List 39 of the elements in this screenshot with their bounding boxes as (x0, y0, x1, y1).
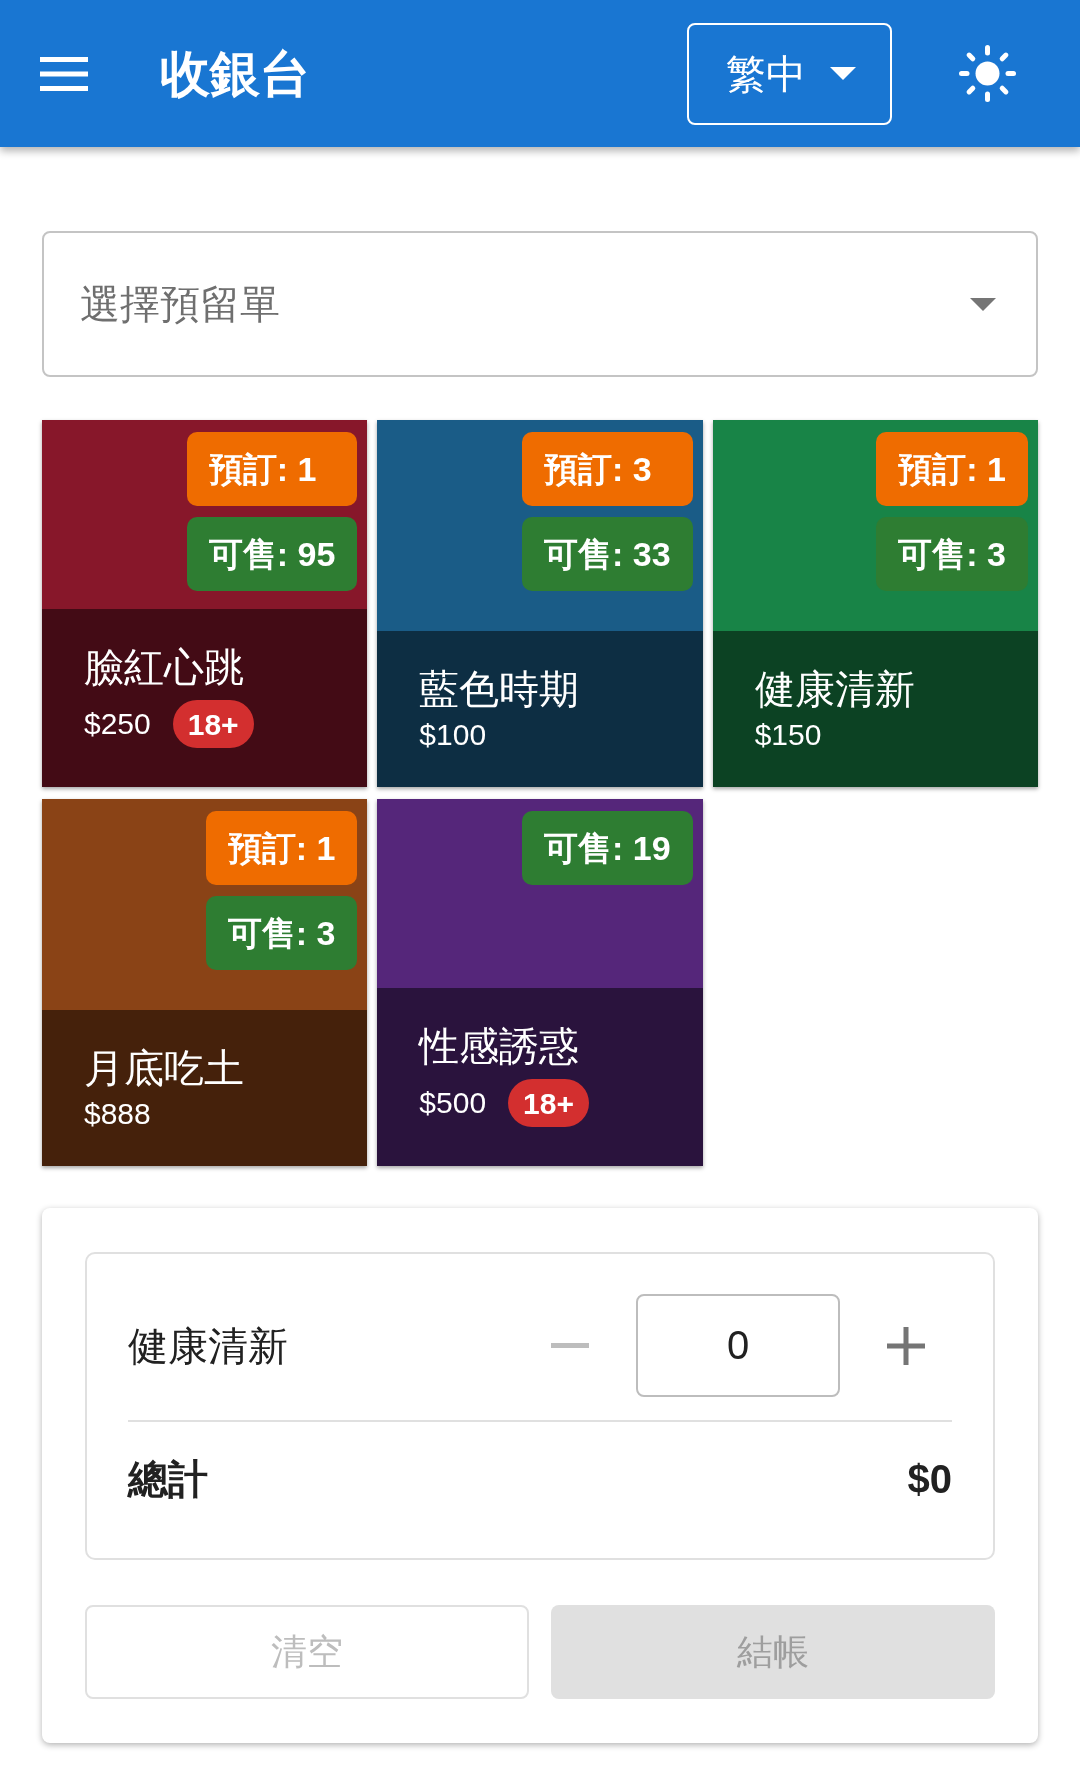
stock-badge: 可售: 19 (522, 811, 693, 885)
product-card[interactable]: 預訂: 1 可售: 3 健康清新 $150 (712, 420, 1038, 787)
stock-badge: 可售: 33 (522, 517, 693, 591)
total-amount: $0 (907, 1456, 952, 1503)
product-price: $500 (419, 1085, 487, 1121)
age-badge: 18+ (172, 700, 254, 748)
menu-icon (40, 56, 88, 91)
language-button[interactable]: 繁中 (687, 22, 892, 125)
quantity-field[interactable]: 0 (636, 1294, 840, 1397)
caret-down-icon (970, 298, 996, 311)
reserved-badge: 預訂: 1 (876, 432, 1028, 506)
reservation-select[interactable]: 選擇預留單 (42, 231, 1038, 377)
product-name: 臉紅心跳 (84, 644, 245, 691)
product-name: 健康清新 (754, 666, 916, 713)
reserved-badge: 預訂: 1 (186, 432, 358, 506)
product-card[interactable]: 預訂: 1 可售: 95 臉紅心跳 $250 18+ (42, 420, 368, 787)
reserved-badge: 預訂: 1 (205, 811, 358, 885)
product-card[interactable]: 預訂: 3 可售: 33 藍色時期 $100 (377, 420, 703, 787)
age-badge: 18+ (508, 1079, 589, 1127)
stock-badge: 可售: 95 (186, 517, 358, 591)
cart-item-name: 健康清新 (128, 1322, 289, 1370)
reserved-badge: 預訂: 3 (522, 432, 693, 506)
product-price: $888 (84, 1096, 151, 1132)
caret-down-icon (830, 67, 856, 80)
product-price: $150 (754, 717, 822, 753)
stock-badge: 可售: 3 (876, 517, 1028, 591)
product-name: 藍色時期 (419, 666, 581, 713)
product-price: $250 (84, 706, 151, 742)
product-name: 性感誘惑 (419, 1023, 581, 1070)
product-name: 月底吃土 (84, 1045, 245, 1092)
minus-icon (551, 1343, 589, 1348)
app-title: 收銀台 (160, 48, 310, 99)
product-price: $100 (419, 717, 487, 753)
total-label: 總計 (128, 1456, 208, 1503)
stock-badge: 可售: 3 (205, 896, 358, 970)
sun-icon (958, 45, 1016, 102)
product-card[interactable]: 可售: 19 性感誘惑 $500 18+ (377, 799, 703, 1166)
plus-icon (887, 1326, 925, 1365)
product-card[interactable]: 預訂: 1 可售: 3 月底吃土 $888 (42, 799, 368, 1166)
